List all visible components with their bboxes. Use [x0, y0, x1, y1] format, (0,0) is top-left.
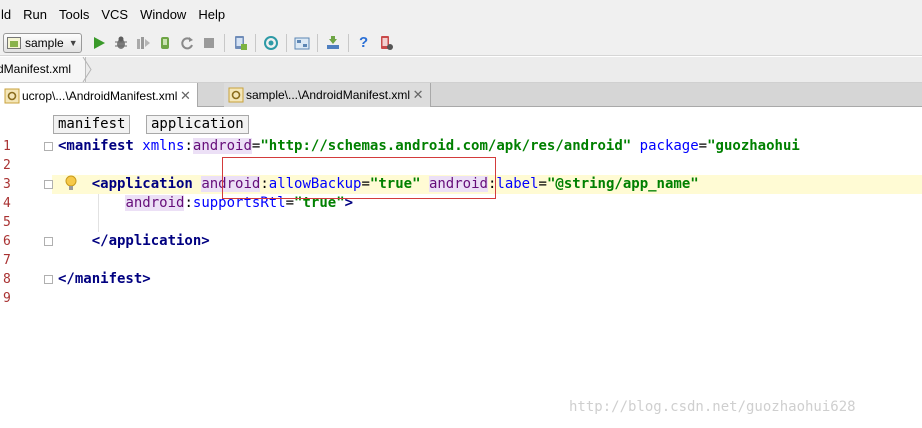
tab-sample-manifest[interactable]: sample\...\AndroidManifest.xml ✕: [224, 83, 432, 107]
run-config-select[interactable]: sample ▼: [3, 32, 82, 53]
help-icon[interactable]: ?: [353, 32, 375, 54]
editor-tab-bar: ucrop\...\AndroidManifest.xml ✕ sample\.…: [0, 83, 922, 108]
sync-gradle-icon[interactable]: [260, 32, 282, 54]
menu-tools[interactable]: Tools: [53, 0, 95, 30]
run-icon[interactable]: [88, 32, 110, 54]
manifest-file-icon: [4, 88, 20, 103]
code-line-6: </application>: [58, 232, 210, 251]
line-number: 8: [3, 272, 11, 287]
coverage-icon[interactable]: [132, 32, 154, 54]
xml-value: "http://schemas.android.com/apk/res/andr…: [260, 138, 632, 154]
toolbar-separator: [223, 33, 225, 52]
highlight-box: [222, 157, 496, 199]
android-module-icon: [7, 36, 21, 49]
breadcrumb-chevron-icon: [82, 57, 92, 82]
code-line-1: <manifest xmlns:android = "http://schemas.…: [58, 137, 800, 156]
xml-value: "guozhaohui: [707, 138, 800, 154]
xml-tag: </manifest>: [58, 271, 151, 287]
fold-marker-icon[interactable]: [44, 237, 53, 246]
stop-icon[interactable]: [198, 32, 220, 54]
xml-equals: =: [538, 176, 547, 192]
navigation-bar: dManifest.xml: [0, 57, 922, 83]
xml-colon: :: [184, 195, 193, 211]
toolbar-separator: [254, 33, 256, 52]
line-number: 1: [3, 139, 11, 154]
manifest-file-icon: [228, 87, 244, 103]
xml-tag: <application: [91, 176, 193, 192]
xml-value: "@string/app_name": [546, 176, 699, 192]
xml-tag: </application>: [91, 233, 210, 249]
tab-label: ucrop\...\AndroidManifest.xml: [22, 88, 178, 103]
run-config-label: sample: [25, 35, 64, 50]
xml-breadcrumb-application[interactable]: application: [146, 115, 249, 134]
project-structure-icon[interactable]: [291, 32, 313, 54]
menu-build[interactable]: ld: [0, 0, 17, 30]
menu-window[interactable]: Window: [134, 0, 192, 30]
toolbar-separator: [316, 33, 318, 52]
line-number: 4: [3, 196, 11, 211]
menu-vcs[interactable]: VCS: [95, 0, 134, 30]
watermark: http://blog.csdn.net/guozhaohui628: [569, 399, 856, 415]
editor-gutter: 1 2 3 4 5 6 7 8 9: [0, 137, 53, 428]
android-monitor-icon[interactable]: [375, 32, 397, 54]
xml-attribute: package: [639, 138, 699, 154]
chevron-down-icon: ▼: [68, 37, 78, 48]
attach-debugger-icon[interactable]: [154, 32, 176, 54]
toolbar-separator: [285, 33, 287, 52]
xml-tag: <manifest: [58, 138, 134, 154]
xml-attribute: label: [496, 176, 539, 192]
debug-icon[interactable]: [110, 32, 132, 54]
line-number: 3: [3, 177, 11, 192]
android-device-icon[interactable]: [229, 32, 251, 54]
main-toolbar: sample ▼ ?: [0, 30, 922, 56]
fold-marker-icon[interactable]: [44, 275, 53, 284]
line-number: 5: [3, 215, 11, 230]
menu-help[interactable]: Help: [192, 0, 231, 30]
xml-namespace: android: [192, 138, 252, 154]
fold-marker-icon[interactable]: [44, 142, 53, 151]
menu-run[interactable]: Run: [17, 0, 53, 30]
xml-equals: =: [698, 138, 708, 154]
line-number: 7: [3, 253, 11, 268]
xml-breadcrumb-bar: manifest application: [0, 107, 922, 137]
line-number: 6: [3, 234, 11, 249]
rerun-icon[interactable]: [176, 32, 198, 54]
menu-bar: ld Run Tools VCS Window Help: [0, 0, 922, 30]
close-icon[interactable]: ✕: [177, 84, 193, 108]
close-icon[interactable]: ✕: [410, 83, 426, 107]
xml-breadcrumb-manifest[interactable]: manifest: [53, 115, 131, 134]
code-line-8: </manifest>: [58, 270, 151, 289]
toolbar-separator: [347, 33, 349, 52]
xml-colon: :: [184, 138, 193, 154]
xml-namespace: android: [125, 195, 185, 211]
breadcrumb-file[interactable]: dManifest.xml: [0, 57, 87, 82]
line-number: 9: [3, 291, 11, 306]
line-number: 2: [3, 158, 11, 173]
tab-label: sample\...\AndroidManifest.xml: [246, 88, 411, 102]
xml-attribute: xmlns: [142, 138, 185, 154]
sdk-manager-icon[interactable]: [322, 32, 344, 54]
fold-marker-icon[interactable]: [44, 180, 53, 189]
tab-ucrop-manifest[interactable]: ucrop\...\AndroidManifest.xml ✕: [0, 83, 199, 108]
